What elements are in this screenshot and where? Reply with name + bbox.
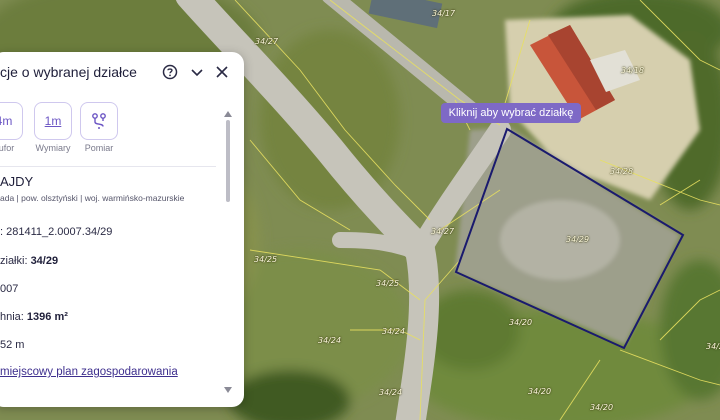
local-zoning-plan-link[interactable]: miejscowy plan zagospodarowania (0, 366, 178, 378)
dimensions-tool-button[interactable]: 1m Wymiary (30, 102, 76, 153)
dimensions-label: Wymiary (35, 143, 71, 153)
help-icon[interactable] (162, 64, 178, 80)
select-parcel-tooltip: Kliknij aby wybrać działkę (441, 103, 581, 123)
parcel-label: 34/18 (621, 66, 645, 75)
parcel-label: 34/24 (382, 327, 406, 336)
parcel-id-row: : 281411_2.0007.34/29 (0, 226, 113, 238)
parcel-label: 34/28 (610, 167, 634, 176)
buffer-tool-button[interactable]: 4m dufor (0, 102, 27, 153)
panel-title: cje o wybranej działce (0, 64, 137, 80)
parcel-label: 34/20 (528, 387, 552, 396)
location-name: AJDY (0, 174, 34, 189)
location-admin-units: ada | pow. olsztyński | woj. warmińsko-m… (0, 193, 185, 203)
parcel-label: 34/29 (566, 235, 590, 244)
scroll-down-icon[interactable] (223, 386, 233, 394)
parcel-label: 34/21 (706, 342, 720, 351)
parcel-label: 34/20 (590, 403, 614, 412)
parcel-info-panel: cje o wybranej działce 4m dufor 1m Wymia… (0, 52, 244, 407)
divider (0, 166, 216, 167)
chevron-down-icon[interactable] (189, 64, 205, 80)
measure-label: Pomiar (84, 143, 114, 153)
parcel-label: 34/24 (379, 388, 403, 397)
measure-tool-button[interactable]: Pomiar (76, 102, 122, 153)
precinct-row: 007 (0, 283, 19, 295)
close-icon[interactable] (214, 64, 230, 80)
buffer-value: 4m (0, 102, 23, 140)
parcel-label: 34/27 (255, 37, 279, 46)
parcel-label: 34/20 (509, 318, 533, 327)
parcel-label: 34/17 (432, 9, 456, 18)
parcel-label: 34/25 (254, 255, 278, 264)
parcel-number-row: ziałki: 34/29 (0, 255, 59, 267)
scroll-up-icon[interactable] (223, 110, 233, 118)
buffer-label: dufor (0, 143, 15, 153)
scrollbar-thumb[interactable] (226, 120, 230, 202)
measure-route-icon (92, 113, 106, 129)
area-row: hnia: 1396 m² (0, 311, 68, 323)
panel-header: cje o wybranej działce (0, 52, 244, 92)
perimeter-row: 52 m (0, 339, 25, 351)
parcel-label: 34/24 (318, 336, 342, 345)
dimensions-value: 1m (34, 102, 72, 140)
location-info: AJDY ada | pow. olsztyński | woj. warmiń… (0, 174, 220, 203)
parcel-label: 34/27 (431, 227, 455, 236)
tools-row: 4m dufor 1m Wymiary Pomiar (0, 102, 244, 160)
parcel-label: 34/25 (376, 279, 400, 288)
